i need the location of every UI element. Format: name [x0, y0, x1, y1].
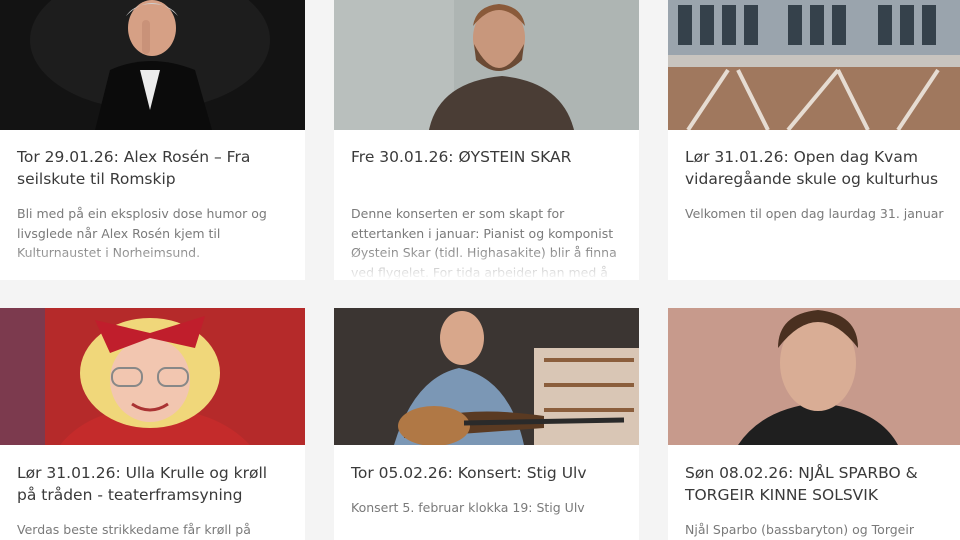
- event-description: Njål Sparbo (bassbaryton) og Torgeir Kin…: [685, 522, 914, 537]
- event-image[interactable]: [668, 308, 960, 445]
- event-title[interactable]: Lør 31.01.26: Open dag Kvam vidaregåande…: [685, 146, 946, 190]
- event-title[interactable]: Lør 31.01.26: Ulla Krulle og krøll på tr…: [17, 462, 291, 506]
- event-title[interactable]: Søn 08.02.26: NJÅL SPARBO & TORGEIR KINN…: [685, 462, 946, 506]
- event-image[interactable]: [0, 308, 305, 445]
- event-image[interactable]: [334, 308, 639, 445]
- event-title[interactable]: Tor 05.02.26: Konsert: Stig Ulv: [351, 462, 625, 484]
- event-title[interactable]: Fre 30.01.26: ØYSTEIN SKAR: [351, 146, 625, 168]
- event-card-oystein-skar[interactable]: Fre 30.01.26: ØYSTEIN SKAR Denne konsert…: [334, 0, 639, 280]
- event-card-open-dag[interactable]: Lør 31.01.26: Open dag Kvam vidaregåande…: [668, 0, 960, 280]
- event-card-ulla-krulle[interactable]: Lør 31.01.26: Ulla Krulle og krøll på tr…: [0, 308, 305, 540]
- event-description: Verdas beste strikkedame får krøll på tr…: [17, 522, 251, 537]
- event-image[interactable]: [334, 0, 639, 130]
- event-card-stig-ulv[interactable]: Tor 05.02.26: Konsert: Stig Ulv Konsert …: [334, 308, 639, 540]
- text-fade: [0, 246, 305, 280]
- event-description: Konsert 5. februar klokka 19: Stig Ulv: [351, 500, 585, 515]
- event-description: Velkomen til open dag laurdag 31. januar: [685, 206, 944, 221]
- event-image[interactable]: [0, 0, 305, 130]
- event-grid: Tor 29.01.26: Alex Rosén – Fra seilskute…: [0, 0, 960, 540]
- event-title[interactable]: Tor 29.01.26: Alex Rosén – Fra seilskute…: [17, 146, 291, 190]
- event-card-njal-sparbo[interactable]: Søn 08.02.26: NJÅL SPARBO & TORGEIR KINN…: [668, 308, 960, 540]
- event-card-alex-rosen[interactable]: Tor 29.01.26: Alex Rosén – Fra seilskute…: [0, 0, 305, 280]
- text-fade: [334, 246, 639, 280]
- event-image[interactable]: [668, 0, 960, 130]
